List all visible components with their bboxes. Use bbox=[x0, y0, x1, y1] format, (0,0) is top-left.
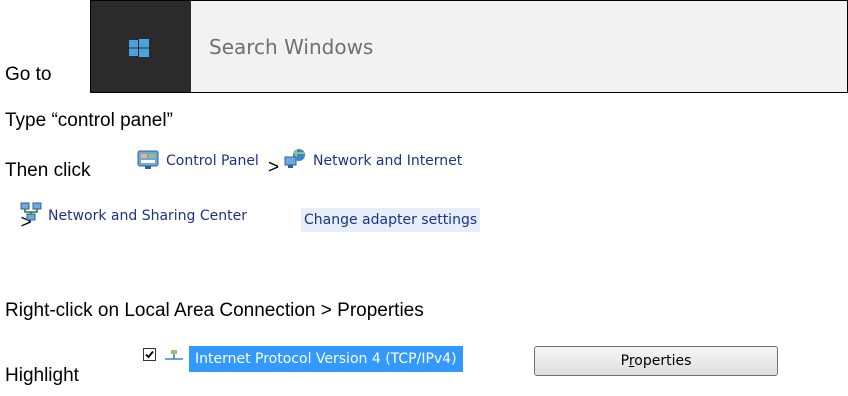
step-highlight: Highlight bbox=[5, 365, 79, 386]
search-placeholder: Search Windows bbox=[209, 35, 374, 59]
step-goto: Go to bbox=[5, 64, 52, 85]
change-adapter-link[interactable]: Change adapter settings bbox=[301, 208, 481, 232]
protocol-icon bbox=[165, 350, 183, 360]
network-internet-link[interactable]: Network and Internet bbox=[313, 150, 462, 172]
network-sharing-link[interactable]: Network and Sharing Center bbox=[48, 205, 247, 227]
network-internet-icon bbox=[284, 149, 305, 168]
properties-label-part: P bbox=[620, 353, 629, 369]
windows-search-bar[interactable]: Search Windows bbox=[90, 0, 848, 93]
start-button[interactable] bbox=[91, 1, 191, 92]
step-then-click: Then click bbox=[5, 160, 91, 181]
properties-button[interactable]: Properties bbox=[534, 346, 778, 376]
breadcrumb-separator: > bbox=[268, 157, 280, 178]
checkbox-checked-icon[interactable] bbox=[143, 348, 156, 361]
control-panel-icon bbox=[137, 150, 159, 169]
properties-label-part: operties bbox=[634, 353, 692, 369]
step-right-click: Right-click on Local Area Connection > P… bbox=[5, 300, 424, 321]
windows-logo-icon bbox=[129, 39, 149, 57]
control-panel-link[interactable]: Control Panel bbox=[166, 150, 259, 172]
step-type: Type “control panel” bbox=[5, 110, 173, 131]
network-sharing-icon bbox=[20, 202, 42, 221]
search-input[interactable]: Search Windows bbox=[191, 1, 847, 92]
ipv4-list-item[interactable]: Internet Protocol Version 4 (TCP/IPv4) bbox=[189, 346, 463, 372]
